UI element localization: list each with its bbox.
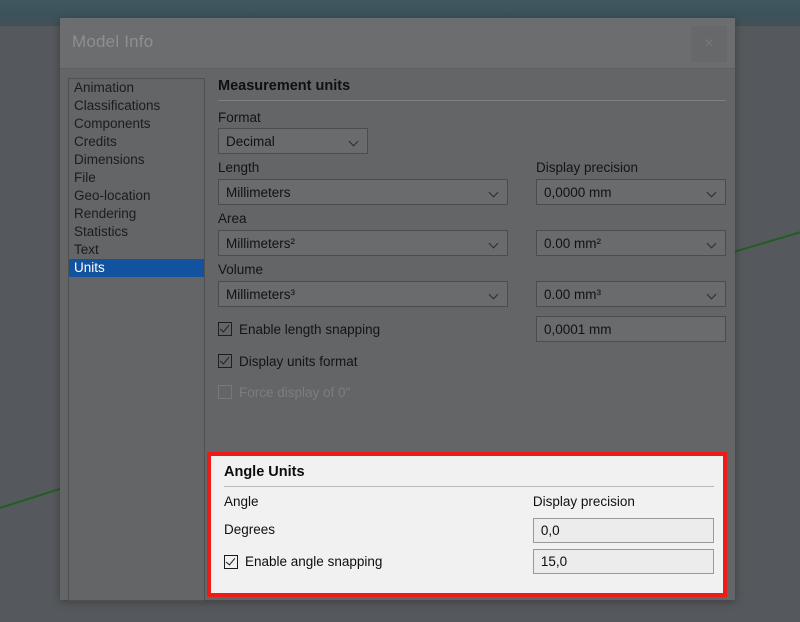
display-units-format-row[interactable]: Display units format: [218, 348, 726, 374]
sidebar-item-credits[interactable]: Credits: [69, 133, 204, 151]
length-units-value: Millimeters: [226, 184, 291, 200]
category-list[interactable]: Animation Classifications Components Cre…: [68, 78, 205, 601]
length-units-dropdown[interactable]: Millimeters: [218, 179, 508, 205]
area-units-dropdown[interactable]: Millimeters²: [218, 230, 508, 256]
format-label: Format: [218, 110, 261, 125]
chevron-down-icon: [350, 138, 359, 144]
angle-section-divider: [224, 486, 714, 487]
sidebar-item-dimensions[interactable]: Dimensions: [69, 151, 204, 169]
sidebar-item-file[interactable]: File: [69, 169, 204, 187]
degrees-label: Degrees: [224, 521, 276, 537]
sidebar-item-geo-location[interactable]: Geo-location: [69, 187, 204, 205]
angle-units-panel: Angle Units Angle Display precision Degr…: [224, 464, 714, 580]
volume-precision-dropdown[interactable]: 0.00 mm³: [536, 281, 726, 307]
page-title: Model Info: [72, 32, 154, 51]
angle-units-highlight-box: Angle Units Angle Display precision Degr…: [207, 452, 727, 597]
area-precision-value: 0.00 mm²: [544, 235, 602, 251]
area-units-value: Millimeters²: [226, 235, 295, 251]
display-units-format-label: Display units format: [239, 353, 358, 369]
format-dropdown[interactable]: Decimal: [218, 128, 368, 154]
force-display-zero-checkbox: [218, 385, 232, 399]
volume-precision-value: 0.00 mm³: [544, 286, 602, 302]
angle-precision-label: Display precision: [532, 494, 635, 509]
degrees-precision-dropdown[interactable]: 0,0: [532, 518, 714, 543]
measurement-units-panel: Measurement units Format Decimal Length …: [218, 78, 726, 410]
area-precision-dropdown[interactable]: 0.00 mm²: [536, 230, 726, 256]
measurement-units-heading: Measurement units: [218, 78, 351, 94]
sidebar-item-text[interactable]: Text: [69, 241, 204, 259]
area-label: Area: [218, 211, 247, 226]
length-precision-label: Display precision: [536, 160, 639, 175]
volume-units-value: Millimeters³: [226, 286, 295, 302]
length-label: Length: [218, 160, 260, 175]
length-precision-dropdown[interactable]: 0,0000 mm: [536, 179, 726, 205]
sidebar-item-components[interactable]: Components: [69, 115, 204, 133]
volume-units-dropdown[interactable]: Millimeters³: [218, 281, 508, 307]
sidebar-item-rendering[interactable]: Rendering: [69, 205, 204, 223]
length-snapping-value: 0,0001 mm: [544, 321, 612, 337]
length-precision-value: 0,0000 mm: [544, 184, 612, 200]
chevron-down-icon: [708, 189, 717, 195]
degrees-precision-value: 0,0: [540, 523, 560, 538]
chevron-down-icon: [490, 291, 499, 297]
enable-angle-snapping-checkbox[interactable]: [224, 554, 238, 569]
sidebar-item-units[interactable]: Units: [69, 259, 204, 277]
volume-label: Volume: [218, 262, 264, 277]
enable-length-snapping-row[interactable]: Enable length snapping: [218, 316, 508, 342]
sidebar-item-statistics[interactable]: Statistics: [69, 223, 204, 241]
angle-units-heading: Angle Units: [224, 464, 305, 480]
enable-length-snapping-checkbox[interactable]: [218, 322, 232, 336]
chevron-down-icon: [490, 189, 499, 195]
display-units-format-checkbox[interactable]: [218, 354, 232, 368]
chevron-down-icon: [708, 291, 717, 297]
format-value: Decimal: [226, 133, 275, 149]
dialog-titlebar: Model Info ×: [60, 18, 735, 69]
enable-length-snapping-label: Enable length snapping: [239, 321, 381, 337]
force-display-zero-label: Force display of 0": [239, 384, 351, 400]
close-icon[interactable]: ×: [691, 26, 727, 62]
angle-snapping-value: 15,0: [540, 554, 568, 569]
force-display-zero-row: Force display of 0": [218, 379, 726, 405]
angle-snapping-dropdown[interactable]: 15,0: [532, 549, 714, 574]
chevron-down-icon: [708, 240, 717, 246]
sidebar-item-classifications[interactable]: Classifications: [69, 97, 204, 115]
angle-label: Angle: [224, 494, 259, 509]
enable-angle-snapping-label: Enable angle snapping: [245, 554, 383, 569]
chevron-down-icon: [490, 240, 499, 246]
enable-angle-snapping-row[interactable]: Enable angle snapping: [224, 554, 505, 569]
sidebar-item-animation[interactable]: Animation: [69, 79, 204, 97]
section-divider: [218, 100, 726, 101]
length-snapping-input[interactable]: 0,0001 mm: [536, 316, 726, 342]
